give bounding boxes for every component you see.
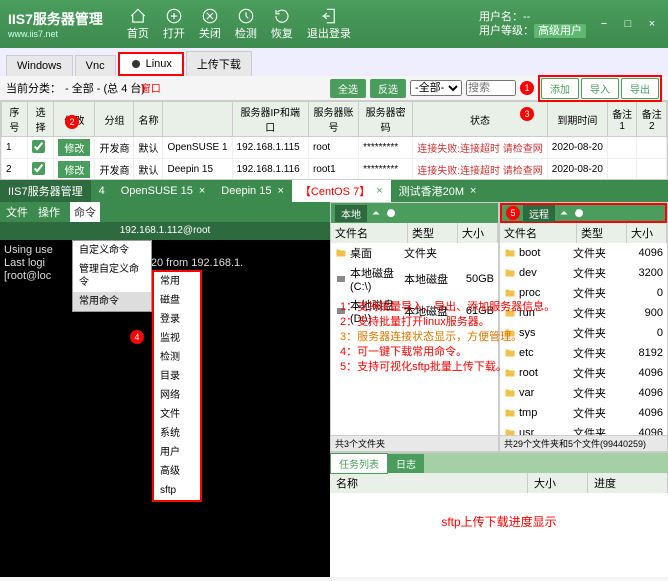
ctx-common[interactable]: 常用命令 <box>73 292 151 311</box>
ctx-manage[interactable]: 管理自定义命令 <box>73 260 151 292</box>
task-area: 任务列表 日志 名称大小进度 sftp上传下载进度显示 <box>330 452 668 577</box>
term-address: 192.168.1.112@root <box>0 222 330 240</box>
titlebar: IIS7服务器管理 www.iis7.net 首页 打开 关闭 检测 恢复 退出… <box>0 0 668 48</box>
remote-select[interactable]: 远程 <box>523 205 555 222</box>
local-select[interactable]: 本地 <box>335 205 367 222</box>
marker-4: 4 <box>130 330 144 344</box>
export-button[interactable]: 导出 <box>621 78 659 99</box>
list-item[interactable]: proc文件夹0 <box>500 283 667 303</box>
main-tabs: Windows Vnc Linux 上传下载 <box>0 48 668 76</box>
up-icon[interactable] <box>370 207 382 219</box>
list-item[interactable]: dev文件夹3200 <box>500 263 667 283</box>
context-menu: 自定义命令 管理自定义命令 常用命令 <box>72 240 152 312</box>
marker-3: 3 <box>520 107 534 121</box>
import-button[interactable]: 导入 <box>581 78 619 99</box>
menu-op[interactable]: 操作 <box>38 204 60 220</box>
local-toolbar: 本地 <box>331 203 498 223</box>
minimize-icon[interactable]: − <box>596 16 612 32</box>
tab-log[interactable]: 日志 <box>388 454 424 473</box>
open-icon[interactable]: 打开 <box>163 7 185 41</box>
server-grid: 序号选择修改分组名称服务器IP和端口服务器账号服务器密码状态到期时间备注1备注2… <box>0 100 668 180</box>
menu-cmd[interactable]: 命令 <box>70 202 100 222</box>
session-tab-active[interactable]: 【CentOS 7】× <box>292 180 391 202</box>
restore-icon[interactable]: 恢复 <box>271 7 293 41</box>
logout-icon[interactable]: 退出登录 <box>307 7 351 41</box>
toolbar-icons: 首页 打开 关闭 检测 恢复 退出登录 <box>127 7 351 41</box>
session-tab[interactable]: Deepin 15× <box>213 182 292 200</box>
mgr-tab[interactable]: IIS7服务器管理 <box>0 180 91 202</box>
maximize-icon[interactable]: □ <box>620 16 636 32</box>
close-icon[interactable]: 关闭 <box>199 7 221 41</box>
list-item[interactable]: sys文件夹0 <box>500 323 667 343</box>
ctx-custom[interactable]: 自定义命令 <box>73 241 151 260</box>
select-all-button[interactable]: 全选 <box>330 79 366 98</box>
user-info: 用户名：-- 用户等级：高级用户 <box>479 10 586 38</box>
tab-vnc[interactable]: Vnc <box>75 55 116 76</box>
list-item[interactable]: tmp文件夹4096 <box>500 403 667 423</box>
tab-tasks[interactable]: 任务列表 <box>330 453 388 474</box>
class-label: 当前分类： <box>6 80 61 96</box>
filter-row: 当前分类： - 全部 - (总 4 台) 全选 反选 -全部- 1 添加 导入 … <box>0 76 668 100</box>
logo: IIS7服务器管理 www.iis7.net <box>8 9 107 39</box>
annotation-notes: 1：支持批量导入、导出、添加服务器信息。 2：支持批量打开linux服务器。 3… <box>340 300 490 375</box>
file-pane: 本地 文件名类型大小 桌面文件夹 本地磁盘(C:\)本地磁盘50GB 本地磁盘(… <box>330 202 668 577</box>
list-item[interactable]: etc文件夹8192 <box>500 343 667 363</box>
detect-icon[interactable]: 检测 <box>235 7 257 41</box>
refresh-icon[interactable] <box>573 207 585 219</box>
tab-linux[interactable]: Linux <box>118 52 184 76</box>
list-item[interactable]: 桌面文件夹 <box>331 243 498 263</box>
tab-windows[interactable]: Windows <box>6 55 73 76</box>
remote-toolbar: 5 远程 <box>500 203 667 223</box>
class-value: - 全部 - (总 4 台) <box>65 80 145 96</box>
list-item[interactable]: var文件夹4096 <box>500 383 667 403</box>
list-item[interactable]: usr文件夹4096 <box>500 423 667 435</box>
terminal-pane: 文件 操作 命令 192.168.1.112@root Using use La… <box>0 202 330 577</box>
window-close-icon[interactable]: × <box>644 16 660 32</box>
list-item[interactable]: boot文件夹4096 <box>500 243 667 263</box>
table-row[interactable]: 1修改开发商默认OpenSUSE 1192.168.1.115root*****… <box>2 137 667 159</box>
context-submenu: 常用磁盘登录监视检测目录网络文件系统用户高级sftp <box>152 270 202 502</box>
marker-2: 2 <box>65 115 79 129</box>
count: 4 <box>91 182 113 200</box>
remote-status: 共29个文件夹和5个文件(99440259) <box>500 435 667 451</box>
session-tab[interactable]: 测试香港20M× <box>391 180 485 202</box>
group-select[interactable]: -全部- <box>410 80 462 96</box>
refresh-icon[interactable] <box>385 207 397 219</box>
search-input[interactable] <box>466 80 516 96</box>
add-button[interactable]: 添加 <box>541 78 579 99</box>
session-tab[interactable]: OpenSUSE 15× <box>113 182 214 200</box>
marker-1: 1 <box>520 81 534 95</box>
invert-button[interactable]: 反选 <box>370 79 406 98</box>
marker-5: 5 <box>506 206 520 220</box>
home-icon[interactable]: 首页 <box>127 7 149 41</box>
remote-pane: 5 远程 文件名类型大小 boot文件夹4096dev文件夹3200proc文件… <box>499 202 668 452</box>
local-status: 共3个文件夹 <box>331 435 498 451</box>
terminal-body[interactable]: Using use Last logi:37:01 2020 from 192.… <box>0 240 330 577</box>
menu-file[interactable]: 文件 <box>6 204 28 220</box>
grid-header: 序号选择修改分组名称服务器IP和端口服务器账号服务器密码状态到期时间备注1备注2 <box>2 102 667 137</box>
tab-upload[interactable]: 上传下载 <box>186 51 252 76</box>
session-tabs: IIS7服务器管理 4 OpenSUSE 15× Deepin 15× 【Cen… <box>0 180 668 202</box>
table-row[interactable]: 2修改开发商默认Deepin 15192.168.1.116root1*****… <box>2 159 667 181</box>
task-message: sftp上传下载进度显示 <box>330 493 668 550</box>
edit-button[interactable]: 修改 <box>58 139 90 156</box>
list-item[interactable]: root文件夹4096 <box>500 363 667 383</box>
up-icon[interactable] <box>558 207 570 219</box>
row-check[interactable] <box>32 140 45 153</box>
list-item[interactable]: 本地磁盘(C:\)本地磁盘50GB <box>331 263 498 295</box>
